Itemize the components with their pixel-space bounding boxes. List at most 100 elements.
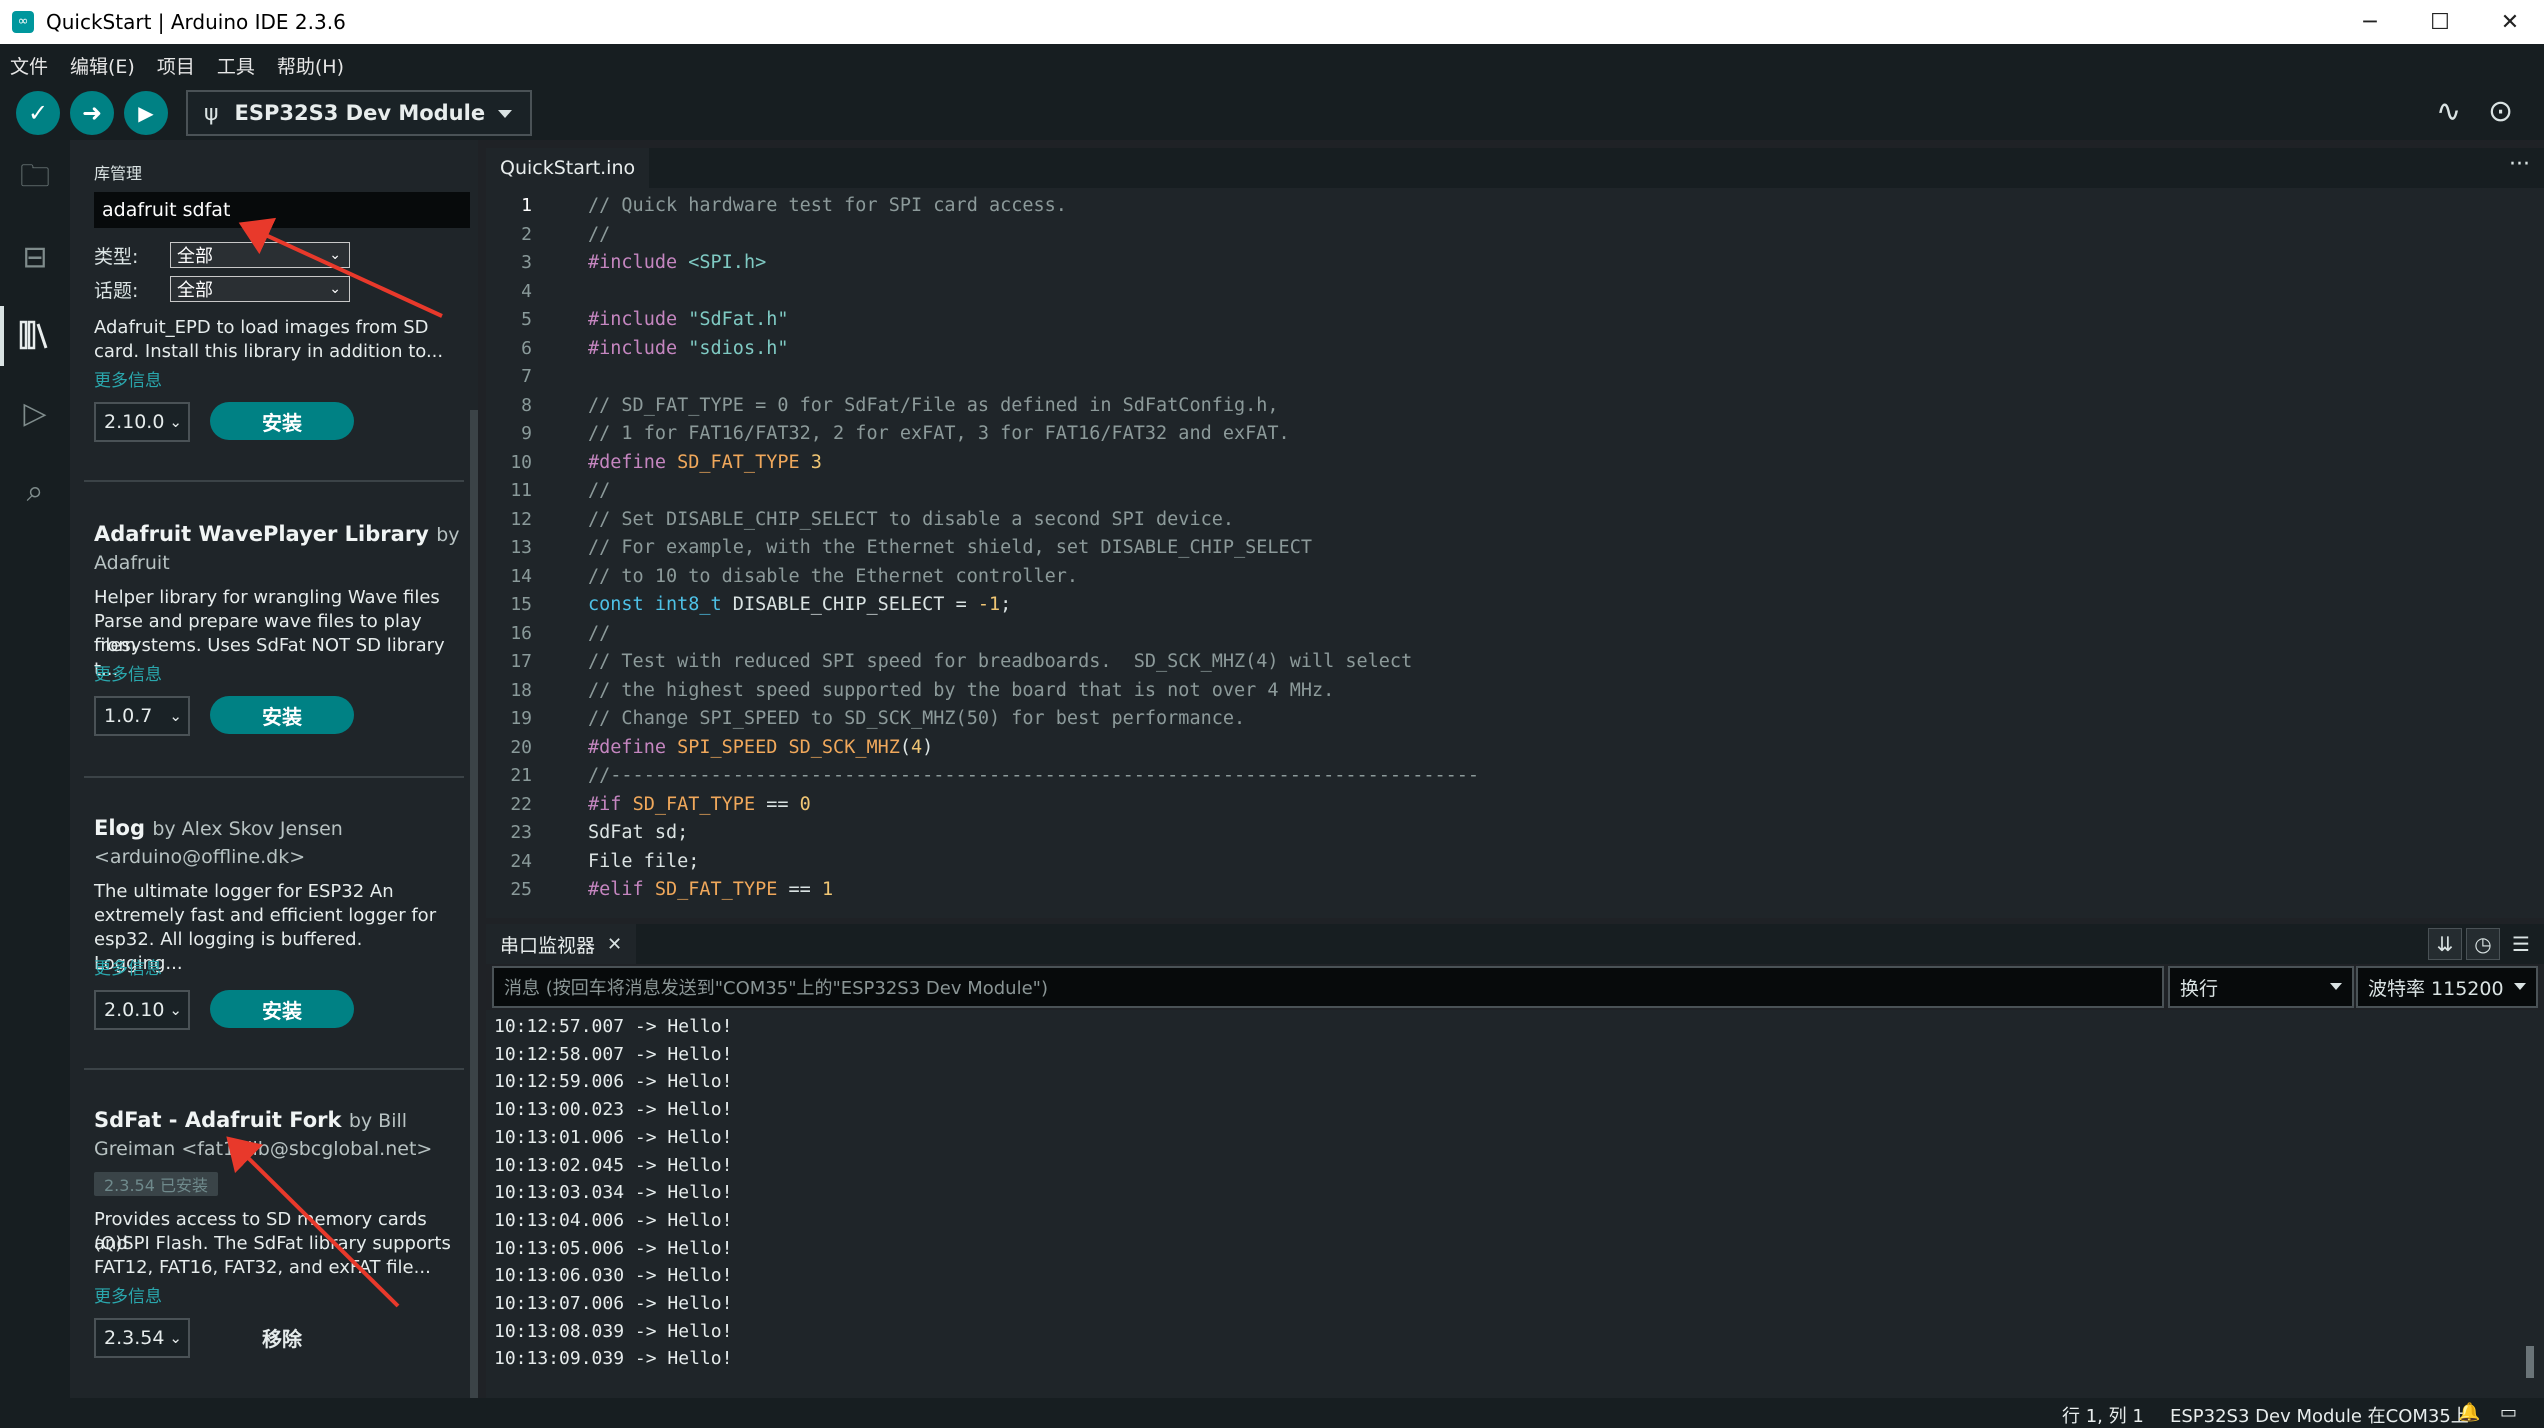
code-line[interactable]: #elif SD_FAT_TYPE == 1 [588,876,1479,905]
code-line[interactable]: // SD_FAT_TYPE = 0 for SdFat/File as def… [588,392,1479,421]
cursor-position[interactable]: 行 1, 列 1 [2062,1402,2144,1428]
clear-output-icon[interactable]: ☰ [2504,928,2538,960]
tab-quickstart-ino[interactable]: QuickStart.ino [486,148,650,188]
menu-tools[interactable]: 工具 [217,52,255,79]
code-lines[interactable]: // Quick hardware test for SPI card acce… [588,192,1479,905]
chevron-down-icon [2514,983,2526,990]
code-line[interactable]: // Test with reduced SPI speed for bread… [588,648,1479,677]
code-line[interactable]: // Change SPI_SPEED to SD_SCK_MHZ(50) fo… [588,705,1479,734]
close-icon[interactable]: ✕ [607,934,622,955]
library-author: Adafruit [94,552,170,574]
verify-button[interactable]: ✓ [16,91,60,135]
close-window-button[interactable]: ✕ [2474,0,2544,44]
install-button[interactable]: 安装 [210,402,354,440]
serial-scrollbar[interactable] [2526,1346,2534,1378]
version-value: 1.0.7 [104,705,153,727]
code-line[interactable]: // the highest speed supported by the bo… [588,677,1479,706]
version-select[interactable]: 2.3.54 ⌄ [94,1318,190,1358]
serial-output-line: 10:12:59.006 -> Hello! [494,1071,733,1093]
code-line[interactable]: #define SD_FAT_TYPE 3 [588,449,1479,478]
line-number: 18 [510,679,532,701]
debug-panel-icon[interactable]: ▷ [12,390,58,436]
timestamp-icon[interactable]: ◷ [2466,928,2500,960]
chevron-down-icon: ⌄ [169,1001,182,1019]
code-line[interactable] [588,363,1479,392]
line-number: 8 [521,394,532,416]
topic-select[interactable]: 全部 ⌄ [170,276,350,302]
more-info-link[interactable]: 更多信息 [94,660,162,685]
code-line[interactable]: // [588,221,1479,250]
notification-icon[interactable]: 🔔 [2458,1402,2480,1423]
code-line[interactable]: #include "sdios.h" [588,335,1479,364]
code-editor[interactable]: 1 2 3 4 5 6 7 8 9 10 11 12 13 14 15 16 17 18 19 20 21 22 23 24 2… [486,188,2544,918]
type-select[interactable]: 全部 ⌄ [170,242,350,268]
code-line[interactable]: SdFat sd; [588,819,1479,848]
code-line[interactable]: // [588,477,1479,506]
active-indicator [0,306,4,366]
version-select[interactable]: 2.0.10 ⌄ [94,990,190,1030]
code-line[interactable]: //--------------------------------------… [588,762,1479,791]
more-info-link[interactable]: 更多信息 [94,366,162,391]
code-line[interactable]: // to 10 to disable the Ethernet control… [588,563,1479,592]
autoscroll-icon[interactable]: ⇊ [2428,928,2462,960]
debug-button[interactable]: ▶ [124,91,168,135]
search-icon[interactable]: ⌕ [12,468,58,514]
install-button[interactable]: 安装 [210,696,354,734]
line-number: 16 [510,622,532,644]
code-line[interactable]: #define SPI_SPEED SD_SCK_MHZ(4) [588,734,1479,763]
serial-monitor-header: 串口监视器 ✕ ⇊ ◷ ☰ [486,924,2544,964]
code-line[interactable]: // [588,620,1479,649]
more-info-link[interactable]: 更多信息 [94,1282,162,1307]
code-line[interactable]: // 1 for FAT16/FAT32, 2 for exFAT, 3 for… [588,420,1479,449]
tab-serial-monitor[interactable]: 串口监视器 ✕ [486,924,637,964]
library-author: Greiman <fat16lib@sbcglobal.net> [94,1138,433,1160]
remove-button[interactable]: 移除 [210,1318,354,1356]
code-line[interactable] [588,278,1479,307]
library-description: card. Install this library in addition t… [94,341,444,362]
more-info-link[interactable]: 更多信息 [94,954,162,979]
menu-file[interactable]: 文件 [10,52,48,79]
code-line[interactable]: // Set DISABLE_CHIP_SELECT to disable a … [588,506,1479,535]
code-line[interactable]: File file; [588,848,1479,877]
menu-sketch[interactable]: 项目 [157,52,195,79]
boards-manager-icon[interactable]: ⊟ [12,234,58,280]
library-manager-icon[interactable] [12,312,58,358]
serial-monitor-icon[interactable]: ⊙ [2488,94,2513,129]
serial-output-line: 10:13:06.030 -> Hello! [494,1265,733,1287]
serial-monitor-title: 串口监视器 [500,934,596,957]
output-panel-icon[interactable]: ▭ [2500,1402,2517,1423]
menu-help[interactable]: 帮助(H) [277,52,344,79]
more-actions-icon[interactable]: ··· [2509,152,2530,177]
serial-plotter-icon[interactable]: ∿ [2436,94,2461,129]
library-manager-panel: 库管理 类型: 全部 ⌄ 话题: 全部 ⌄ Adafruit_EPD to lo… [70,140,478,1398]
serial-message-input[interactable]: 消息 (按回车将消息发送到"COM35"上的"ESP32S3 Dev Modul… [492,966,2164,1008]
line-number: 14 [510,565,532,587]
board-port-status[interactable]: ESP32S3 Dev Module 在COM35上 [2170,1402,2469,1428]
folder-icon[interactable]: 🗀 [12,156,58,202]
maximize-button[interactable]: ☐ [2404,0,2476,44]
library-scrollbar[interactable] [470,410,478,1398]
code-line[interactable]: #include "SdFat.h" [588,306,1479,335]
baud-rate-select[interactable]: 波特率 115200 [2356,966,2538,1008]
line-ending-select[interactable]: 换行 [2168,966,2354,1008]
code-line[interactable]: #include <SPI.h> [588,249,1479,278]
library-search-input[interactable] [94,192,470,228]
version-select[interactable]: 2.10.0 ⌄ [94,402,190,442]
code-line[interactable]: const int8_t DISABLE_CHIP_SELECT = -1; [588,591,1479,620]
line-number: 11 [510,480,532,501]
install-button[interactable]: 安装 [210,990,354,1028]
code-line[interactable]: // Quick hardware test for SPI card acce… [588,192,1479,221]
library-author: <arduino@offline.dk> [94,846,306,868]
title-bar: ∞ QuickStart | Arduino IDE 2.3.6 ─ ☐ ✕ [0,0,2544,44]
verify-icon: ✓ [27,99,49,127]
board-selector[interactable]: ψ ESP32S3 Dev Module [186,90,532,136]
code-line[interactable]: #if SD_FAT_TYPE == 0 [588,791,1479,820]
code-line[interactable]: // For example, with the Ethernet shield… [588,534,1479,563]
upload-button[interactable]: ➜ [70,91,114,135]
menu-edit[interactable]: 编辑(E) [70,52,135,79]
serial-output-line: 10:13:00.023 -> Hello! [494,1099,733,1121]
editor-tab-bar: QuickStart.ino ··· [486,148,2544,188]
minimize-button[interactable]: ─ [2334,0,2406,44]
version-select[interactable]: 1.0.7 ⌄ [94,696,190,736]
topic-value: 全部 [177,280,213,301]
